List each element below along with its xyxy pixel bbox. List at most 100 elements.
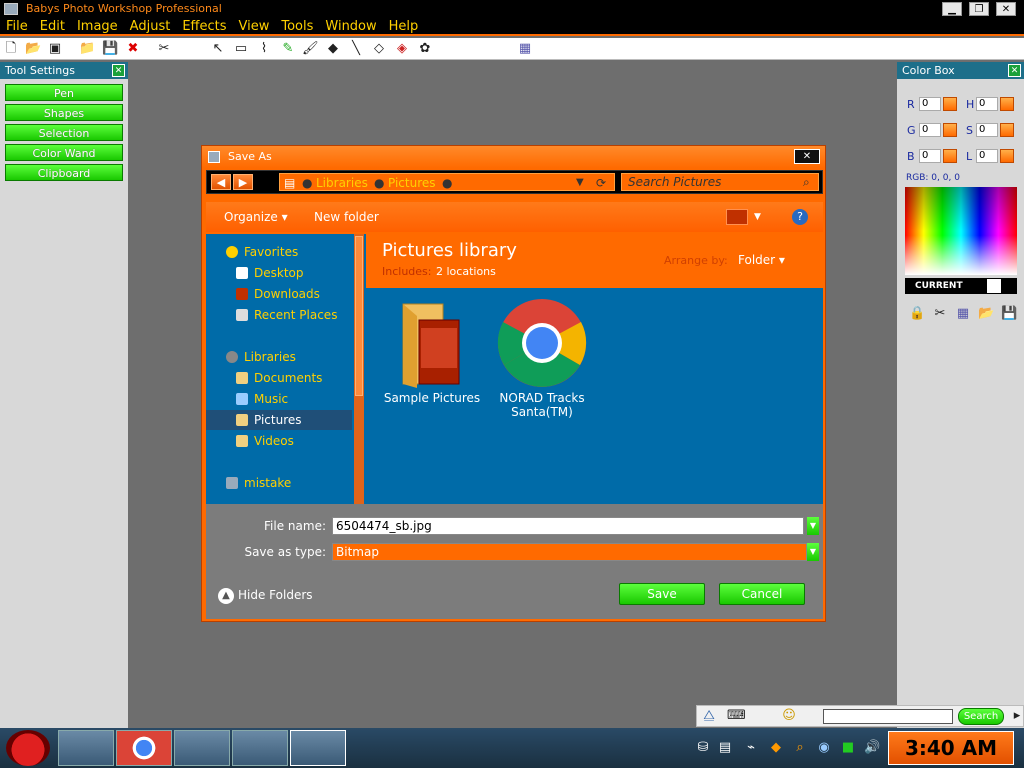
close-icon[interactable]: ✕ xyxy=(112,64,125,77)
color-picker-icon[interactable]: ◈ xyxy=(394,41,410,57)
new-folder-button[interactable]: New folder xyxy=(314,202,379,232)
file-item-sample-pictures[interactable]: Sample Pictures xyxy=(376,298,488,408)
open-icon[interactable]: 📂 xyxy=(25,41,41,57)
fill-icon[interactable]: ◆ xyxy=(325,41,341,57)
color-spectrum[interactable] xyxy=(905,187,1017,275)
desk-search-input[interactable] xyxy=(823,709,953,724)
file-name-input[interactable]: 6504474_sb.jpg xyxy=(332,517,804,535)
tray-app-icon[interactable]: ◆ xyxy=(768,740,784,756)
tray-network-icon[interactable]: ⛁ xyxy=(695,740,711,756)
taskbar-chrome-icon[interactable] xyxy=(116,730,172,766)
close-icon[interactable]: ✕ xyxy=(1008,64,1021,77)
menu-image[interactable]: Image xyxy=(71,18,124,36)
breadcrumb[interactable]: ▤ ● Libraries ● Pictures ● ▼ ⟳ xyxy=(279,173,615,191)
nav-scrollbar[interactable] xyxy=(354,234,364,504)
tray-doc-icon[interactable]: ▤ xyxy=(717,740,733,756)
blue-input[interactable]: 0 xyxy=(919,149,941,163)
taskbar-media-icon[interactable] xyxy=(232,730,288,766)
desk-search-button[interactable]: Search xyxy=(958,708,1004,725)
green-spinner[interactable] xyxy=(943,123,957,137)
lightness-spinner[interactable] xyxy=(1000,149,1014,163)
tray-monitor-icon[interactable]: ■ xyxy=(840,740,856,756)
arrange-by-dropdown[interactable]: Folder ▾ xyxy=(738,253,785,267)
selection-button[interactable]: Selection xyxy=(5,124,123,141)
volume-icon[interactable]: 🔊 xyxy=(864,740,880,756)
hide-folders-button[interactable]: Hide Folders xyxy=(238,588,313,602)
nav-documents[interactable]: Documents xyxy=(206,368,352,388)
color-wand-button[interactable]: Color Wand xyxy=(5,144,123,161)
cancel-button[interactable]: Cancel xyxy=(719,583,805,605)
cut-icon[interactable]: ✂ xyxy=(156,41,172,57)
menu-edit[interactable]: Edit xyxy=(34,18,71,36)
brush-icon[interactable]: 🖌 xyxy=(302,41,319,57)
close-window-button[interactable]: ✕ xyxy=(996,2,1016,16)
breadcrumb-libraries[interactable]: Libraries xyxy=(316,175,368,191)
pointer-tool-icon[interactable]: ↖ xyxy=(210,41,226,57)
lasso-icon[interactable]: ⌇ xyxy=(256,41,272,57)
line-tool-icon[interactable]: ╲ xyxy=(348,41,364,57)
saturation-input[interactable]: 0 xyxy=(976,123,998,137)
save-icon[interactable]: ▣ xyxy=(47,41,63,57)
taskbar-photo-workshop-icon[interactable] xyxy=(290,730,346,766)
clipboard-button[interactable]: Clipboard xyxy=(5,164,123,181)
nav-libraries[interactable]: Libraries xyxy=(206,347,352,367)
new-file-icon[interactable]: 🗋 xyxy=(3,41,19,57)
nav-downloads[interactable]: Downloads xyxy=(206,284,352,304)
maximize-button[interactable]: ❐ xyxy=(969,2,989,16)
saturation-spinner[interactable] xyxy=(1000,123,1014,137)
open-icon[interactable]: 📂 xyxy=(978,306,994,322)
nav-pictures[interactable]: Pictures xyxy=(206,410,352,430)
taskbar-clock[interactable]: 3:40 AM xyxy=(888,731,1014,765)
library-locations-link[interactable]: 2 locations xyxy=(436,265,496,278)
nav-favorites[interactable]: Favorites xyxy=(206,242,352,262)
menu-view[interactable]: View xyxy=(233,18,276,36)
help-icon[interactable]: ? xyxy=(792,209,808,225)
search-input[interactable]: Search Pictures xyxy=(621,173,819,191)
dialog-close-button[interactable]: ✕ xyxy=(794,149,820,164)
menu-effects[interactable]: Effects xyxy=(176,18,232,36)
cut-icon[interactable]: ✂ xyxy=(932,306,948,322)
tray-antivirus-icon[interactable]: ◉ xyxy=(816,740,832,756)
lock-icon[interactable]: 🔒 xyxy=(909,306,925,322)
file-item-norad-tracks-santa[interactable]: NORAD Tracks Santa(TM) xyxy=(486,298,598,419)
menu-adjust[interactable]: Adjust xyxy=(124,18,177,36)
save-icon[interactable]: 💾 xyxy=(1001,306,1017,322)
save-as-type-select[interactable]: Bitmap xyxy=(332,543,807,561)
chevron-down-icon[interactable]: ▼ xyxy=(576,175,584,191)
tray-search-icon[interactable]: ⌕ xyxy=(792,740,808,756)
effects-icon[interactable]: ✿ xyxy=(417,41,433,57)
nav-recent-places[interactable]: Recent Places xyxy=(206,305,352,325)
palette-icon[interactable]: ▦ xyxy=(955,306,971,322)
view-options-chevron-icon[interactable]: ▼ xyxy=(754,202,761,232)
taskbar-network-icon[interactable] xyxy=(174,730,230,766)
scroll-icon[interactable]: ▸ xyxy=(1009,708,1024,724)
save-disk-icon[interactable]: 💾 xyxy=(102,41,118,57)
blue-spinner[interactable] xyxy=(943,149,957,163)
rectangle-select-icon[interactable]: ▭ xyxy=(233,41,249,57)
nav-computer[interactable]: mistake xyxy=(206,473,352,493)
menu-tools[interactable]: Tools xyxy=(275,18,319,36)
save-type-chevron-down-icon[interactable]: ▼ xyxy=(807,543,819,561)
save-button[interactable]: Save xyxy=(619,583,705,605)
forward-button[interactable]: ▶ xyxy=(233,174,253,190)
hue-spinner[interactable] xyxy=(1000,97,1014,111)
hue-input[interactable]: 0 xyxy=(976,97,998,111)
keyboard-icon[interactable]: ⌨ xyxy=(727,708,746,724)
minimize-button[interactable]: ▁ xyxy=(942,2,962,16)
file-name-dropdown-icon[interactable]: ▼ xyxy=(807,517,819,535)
back-button[interactable]: ◀ xyxy=(211,174,231,190)
search-icon[interactable]: ⌕ xyxy=(803,175,810,190)
tray-icon[interactable]: ⧋ xyxy=(701,708,717,724)
organize-button[interactable]: Organize ▾ xyxy=(224,202,288,232)
tray-usb-icon[interactable]: ⌁ xyxy=(743,740,759,756)
red-input[interactable]: 0 xyxy=(919,97,941,111)
menu-window[interactable]: Window xyxy=(319,18,382,36)
eraser-icon[interactable]: ◇ xyxy=(371,41,387,57)
hide-folders-chevron-icon[interactable]: ▲ xyxy=(218,588,234,604)
breadcrumb-pictures[interactable]: Pictures xyxy=(388,175,436,191)
nav-desktop[interactable]: Desktop xyxy=(206,263,352,283)
pen-button[interactable]: Pen xyxy=(5,84,123,101)
window-icon[interactable]: ▦ xyxy=(517,41,533,57)
pen-tool-icon[interactable]: ✎ xyxy=(280,41,296,57)
red-spinner[interactable] xyxy=(943,97,957,111)
